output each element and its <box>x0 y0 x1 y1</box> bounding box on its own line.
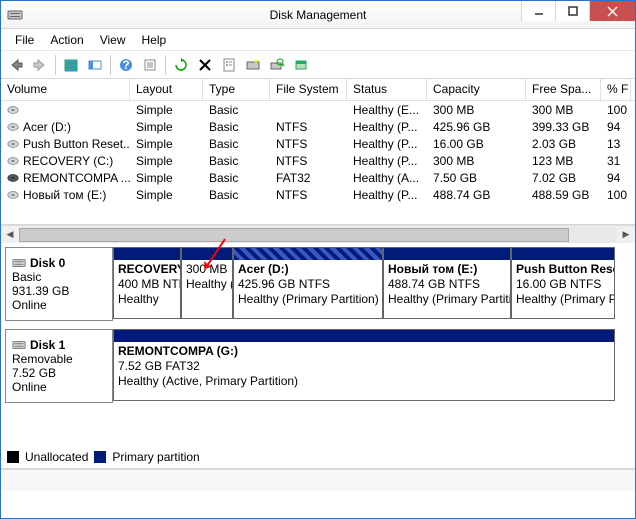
col-status[interactable]: Status <box>347 79 427 100</box>
scroll-left-icon[interactable]: ◀ <box>1 227 19 243</box>
menu-view[interactable]: View <box>92 31 134 49</box>
scroll-right-icon[interactable]: ▶ <box>617 227 635 243</box>
legend-unallocated-swatch <box>7 451 19 463</box>
statusbar <box>1 469 635 491</box>
back-button[interactable] <box>5 54 27 76</box>
graphical-view: Disk 0Basic931.39 GBOnlineRECOVERY400 MB… <box>1 243 635 468</box>
legend-unallocated: Unallocated <box>25 450 88 464</box>
disk-row: Disk 0Basic931.39 GBOnlineRECOVERY400 MB… <box>5 247 631 321</box>
svg-text:?: ? <box>122 58 129 72</box>
col-filesystem[interactable]: File System <box>270 79 347 100</box>
col-percent[interactable]: % F <box>601 79 631 100</box>
view-graphical-button[interactable] <box>84 54 106 76</box>
disk-info[interactable]: Disk 0Basic931.39 GBOnline <box>5 247 113 321</box>
partition[interactable]: Новый том (E:)488.74 GB NTFSHealthy (Pri… <box>383 247 511 319</box>
maximize-button[interactable] <box>555 1 589 21</box>
attach-vhd-icon[interactable] <box>290 54 312 76</box>
menu-help[interactable]: Help <box>134 31 175 49</box>
disk-info[interactable]: Disk 1Removable7.52 GBOnline <box>5 329 113 403</box>
disk-row: Disk 1Removable7.52 GBOnlineREMONTCOMPA … <box>5 329 631 403</box>
table-row[interactable]: REMONTCOMPA ...SimpleBasicFAT32Healthy (… <box>1 169 635 186</box>
menu-action[interactable]: Action <box>42 31 91 49</box>
delete-icon[interactable] <box>194 54 216 76</box>
annotation-arrow <box>201 237 231 277</box>
col-type[interactable]: Type <box>203 79 270 100</box>
close-button[interactable] <box>589 1 635 21</box>
table-row[interactable]: SimpleBasicHealthy (E...300 MB300 MB100 <box>1 101 635 118</box>
content-area: Volume Layout Type File System Status Ca… <box>1 79 635 469</box>
menu-file[interactable]: File <box>7 31 42 49</box>
table-row[interactable]: Acer (D:)SimpleBasicNTFSHealthy (P...425… <box>1 118 635 135</box>
table-row[interactable]: Новый том (E:)SimpleBasicNTFSHealthy (P.… <box>1 186 635 203</box>
refresh-icon[interactable] <box>170 54 192 76</box>
partition[interactable]: Acer (D:)425.96 GB NTFSHealthy (Primary … <box>233 247 383 319</box>
table-row[interactable]: RECOVERY (C:)SimpleBasicNTFSHealthy (P..… <box>1 152 635 169</box>
table-row[interactable]: Push Button Reset...SimpleBasicNTFSHealt… <box>1 135 635 152</box>
partition[interactable]: Push Button Reset16.00 GB NTFSHealthy (P… <box>511 247 615 319</box>
column-headers: Volume Layout Type File System Status Ca… <box>1 79 635 101</box>
minimize-button[interactable] <box>521 1 555 21</box>
horizontal-scrollbar[interactable]: ◀ ▶ <box>1 225 635 243</box>
help-icon[interactable]: ? <box>115 54 137 76</box>
view-list-button[interactable] <box>60 54 82 76</box>
rescan-icon[interactable] <box>266 54 288 76</box>
menubar: File Action View Help <box>1 29 635 51</box>
legend-primary-swatch <box>94 451 106 463</box>
col-free[interactable]: Free Spa... <box>526 79 601 100</box>
wizard-icon[interactable] <box>242 54 264 76</box>
col-layout[interactable]: Layout <box>130 79 203 100</box>
legend-primary: Primary partition <box>112 450 199 464</box>
toolbar: ? <box>1 51 635 79</box>
partition[interactable]: RECOVERY400 MB NTFSHealthy <box>113 247 181 319</box>
volume-list[interactable]: Volume Layout Type File System Status Ca… <box>1 79 635 225</box>
partition[interactable]: REMONTCOMPA (G:)7.52 GB FAT32Healthy (Ac… <box>113 329 615 401</box>
col-volume[interactable]: Volume <box>1 79 130 100</box>
legend: Unallocated Primary partition <box>7 450 200 464</box>
settings-button[interactable] <box>139 54 161 76</box>
forward-button[interactable] <box>29 54 51 76</box>
col-capacity[interactable]: Capacity <box>427 79 526 100</box>
titlebar: Disk Management <box>1 1 635 29</box>
properties-icon[interactable] <box>218 54 240 76</box>
